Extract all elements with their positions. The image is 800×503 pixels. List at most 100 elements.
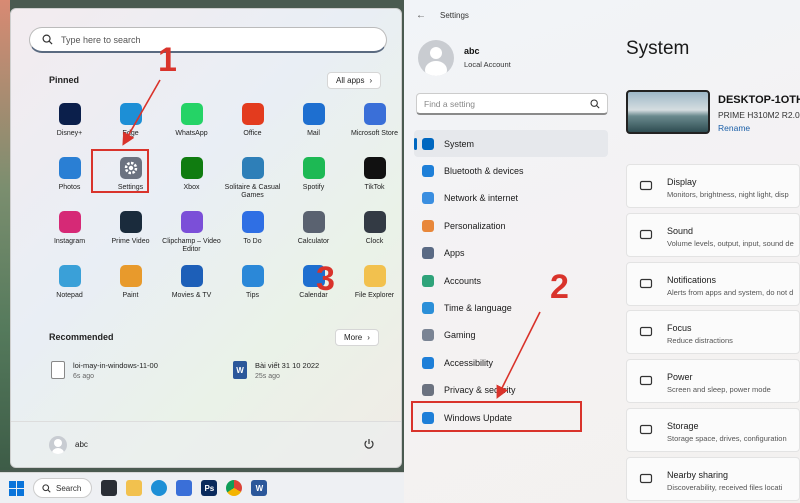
word-document-icon: W [233, 361, 247, 379]
settings-card-subtitle: Reduce distractions [667, 336, 733, 346]
nav-icon [422, 302, 434, 315]
task-view-icon[interactable] [101, 480, 118, 496]
search-icon [42, 483, 51, 493]
store-icon[interactable] [176, 480, 193, 496]
start-user-name[interactable]: abc [75, 440, 88, 449]
settings-card-power[interactable]: Power Screen and sleep, power mode [626, 359, 800, 404]
settings-card-subtitle: Volume levels, output, input, sound de [667, 238, 794, 248]
calculator-icon [302, 211, 325, 233]
profile-avatar[interactable] [418, 40, 454, 76]
pinned-app-clock[interactable]: Clock [344, 211, 401, 265]
settings-card-focus[interactable]: Focus Reduce distractions [626, 310, 800, 355]
nav-icon [422, 274, 434, 287]
word-icon[interactable]: W [251, 480, 268, 496]
pinned-app-paint[interactable]: Paint [100, 265, 161, 319]
pinned-app-folder[interactable]: File Explorer [344, 265, 401, 319]
pinned-app-clipchamp[interactable]: Clipchamp – Video Editor [161, 211, 222, 265]
nav-icon [422, 329, 434, 342]
pinned-app-office[interactable]: Office [222, 103, 283, 157]
device-model: PRIME H310M2 R2.0 [718, 110, 800, 120]
step-3-label: 3 [316, 260, 335, 298]
nav-item-network-internet[interactable]: Network & internet [414, 185, 608, 212]
folder-icon [363, 265, 386, 287]
find-setting-input[interactable]: Find a setting [416, 93, 608, 115]
pinned-app-mail[interactable]: Mail [283, 103, 344, 157]
pinned-app-tips[interactable]: Tips [222, 265, 283, 319]
recommended-item[interactable]: W Bài viết 31 10 2022 25s ago [233, 361, 319, 380]
spotify-icon [302, 157, 325, 179]
nav-item-gaming[interactable]: Gaming [414, 322, 608, 349]
instagram-icon [58, 211, 81, 233]
nav-item-label: Privacy & security [444, 385, 516, 396]
recommended-item-time: 6s ago [73, 373, 95, 380]
pinned-app-movies[interactable]: Movies & TV [161, 265, 222, 319]
nav-item-label: Gaming [444, 330, 476, 341]
start-footer: abc [11, 421, 401, 467]
pinned-app-xbox[interactable]: Xbox [161, 157, 222, 211]
pinned-app-instagram[interactable]: Instagram [39, 211, 100, 265]
search-icon [42, 34, 53, 45]
pinned-app-prime-video[interactable]: Prime Video [100, 211, 161, 265]
nav-item-accessibility[interactable]: Accessibility [414, 349, 608, 376]
all-apps-button[interactable]: All apps › [327, 72, 382, 89]
storage-icon [639, 424, 653, 435]
taskbar-search-button[interactable]: Search [33, 478, 93, 498]
pinned-app-tiktok[interactable]: TikTok [344, 157, 401, 211]
nav-icon [422, 192, 434, 205]
settings-card-notifications[interactable]: Notifications Alerts from apps and system… [626, 261, 800, 306]
pinned-app-whatsapp[interactable]: WhatsApp [161, 103, 222, 157]
recommended-item-name: loi-may-in-windows-11-00 [73, 361, 158, 370]
settings-card-title: Storage [667, 420, 699, 431]
pinned-app-notepad[interactable]: Notepad [39, 265, 100, 319]
start-menu: Type here to search Pinned All apps › Di… [10, 8, 402, 468]
pinned-app-todo[interactable]: To Do [222, 211, 283, 265]
chrome-icon[interactable] [226, 480, 243, 496]
user-avatar[interactable] [49, 436, 67, 454]
nav-item-privacy-security[interactable]: Privacy & security [414, 377, 608, 404]
settings-card-storage[interactable]: Storage Storage space, drives, configurat… [626, 407, 800, 452]
all-apps-label: All apps [336, 76, 365, 85]
nav-item-time-language[interactable]: Time & language [414, 294, 608, 321]
pinned-app-spotify[interactable]: Spotify [283, 157, 344, 211]
nav-item-label: Apps [444, 248, 465, 259]
rename-link[interactable]: Rename [718, 123, 750, 133]
settings-card-nearby-sharing[interactable]: Nearby sharing Discoverability, received … [626, 456, 800, 501]
photoshop-icon[interactable]: Ps [201, 480, 218, 496]
settings-card-title: Nearby sharing [667, 469, 729, 480]
start-search-input[interactable]: Type here to search [29, 27, 387, 53]
paint-icon [119, 265, 142, 287]
taskbar: Search Ps W [0, 472, 404, 503]
settings-card-subtitle: Storage space, drives, configuration [667, 433, 787, 443]
more-button[interactable]: More › [335, 329, 379, 346]
nav-icon [422, 384, 434, 397]
nav-item-label: Network & internet [444, 193, 519, 204]
edge-icon[interactable] [151, 480, 168, 496]
settings-card-display[interactable]: Display Monitors, brightness, night light… [626, 164, 800, 208]
nav-item-bluetooth-devices[interactable]: Bluetooth & devices [414, 157, 608, 184]
nav-item-system[interactable]: System [414, 130, 608, 158]
nav-item-label: Accessibility [444, 357, 494, 368]
power-icon[interactable] [363, 438, 375, 450]
back-arrow-icon[interactable]: ← [416, 10, 426, 21]
settings-titlebar: ← Settings [416, 10, 469, 21]
mail-icon [302, 103, 325, 125]
nav-item-personalization[interactable]: Personalization [414, 212, 608, 239]
pinned-app-label: Solitaire & Casual Games [224, 184, 281, 200]
settings-highlight-box [91, 149, 149, 193]
nav-item-accounts[interactable]: Accounts [414, 267, 608, 294]
nav-icon [422, 165, 434, 178]
pinned-app-label: Movies & TV [171, 292, 212, 299]
recommended-item[interactable]: loi-may-in-windows-11-00 6s ago [51, 361, 158, 380]
settings-card-sound[interactable]: Sound Volume levels, output, input, sound… [626, 212, 800, 257]
windows-start-icon[interactable] [8, 480, 24, 496]
pinned-app-label: Photos [58, 184, 81, 191]
pinned-app-calculator[interactable]: Calculator [283, 211, 344, 265]
pinned-app-label: Office [243, 130, 262, 137]
settings-card-subtitle: Screen and sleep, power mode [667, 385, 771, 395]
nav-item-label: Accounts [444, 275, 482, 286]
nav-item-apps[interactable]: Apps [414, 240, 608, 267]
pinned-app-solitaire[interactable]: Solitaire & Casual Games [222, 157, 283, 211]
folder-icon[interactable] [126, 480, 143, 496]
pinned-app-store[interactable]: Microsoft Store [344, 103, 401, 157]
office-icon [241, 103, 264, 125]
